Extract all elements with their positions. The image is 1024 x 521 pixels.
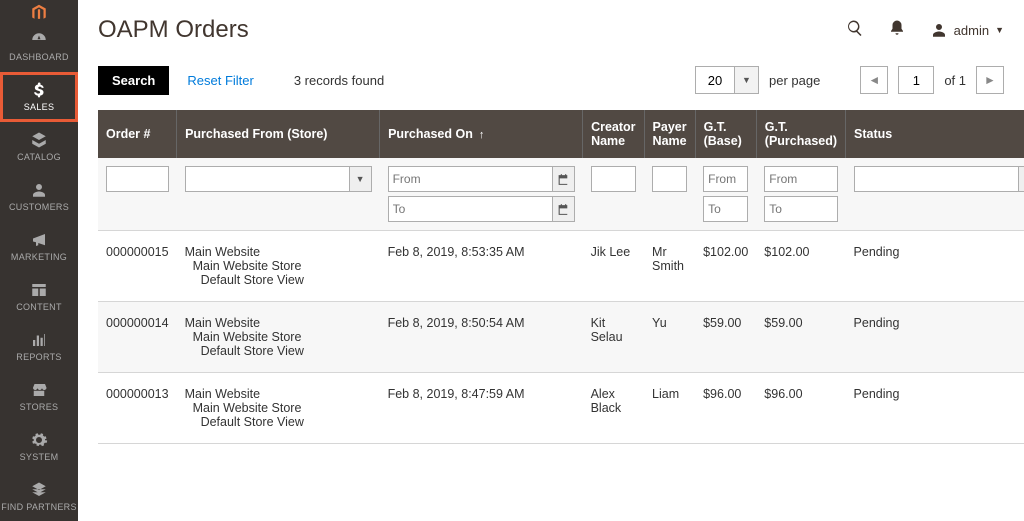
col-payer[interactable]: Payer Name [644, 110, 695, 158]
cell-date: Feb 8, 2019, 8:50:54 AM [380, 302, 583, 373]
filter-date-from[interactable] [388, 166, 553, 192]
filter-date-to[interactable] [388, 196, 553, 222]
notifications-icon[interactable] [888, 19, 906, 42]
nav-catalog[interactable]: CATALOG [0, 122, 78, 172]
cell-date: Feb 8, 2019, 8:47:59 AM [380, 373, 583, 444]
cell-gtpurch: $102.00 [756, 231, 845, 302]
nav-sales-label: SALES [24, 102, 55, 112]
nav-content[interactable]: CONTENT [0, 272, 78, 322]
user-menu[interactable]: admin ▼ [930, 21, 1004, 39]
table-row[interactable]: 000000014Main WebsiteMain Website StoreD… [98, 302, 1024, 373]
col-status[interactable]: Status [846, 110, 1024, 158]
cell-order: 000000015 [98, 231, 177, 302]
user-icon [930, 21, 948, 39]
nav-content-label: CONTENT [16, 302, 62, 312]
dropdown-icon[interactable]: ▼ [350, 166, 372, 192]
cell-store: Main WebsiteMain Website StoreDefault St… [177, 373, 380, 444]
cell-store: Main WebsiteMain Website StoreDefault St… [177, 231, 380, 302]
magento-logo [0, 0, 78, 22]
main-content: OAPM Orders admin ▼ Search Reset Filter … [78, 0, 1024, 521]
cell-creator: Jik Lee [583, 231, 644, 302]
filter-row: ▼ [98, 158, 1024, 231]
filter-gtbase-from[interactable] [703, 166, 748, 192]
per-page-label: per page [769, 73, 820, 88]
cell-gtbase: $59.00 [695, 302, 756, 373]
nav-dashboard[interactable]: DASHBOARD [0, 22, 78, 72]
search-button[interactable]: Search [98, 66, 169, 95]
search-icon[interactable] [846, 19, 864, 42]
cell-status: Pending [846, 231, 1024, 302]
cell-payer: Mr Smith [644, 231, 695, 302]
col-creator[interactable]: Creator Name [583, 110, 644, 158]
nav-sales[interactable]: SALES [0, 72, 78, 122]
user-name: admin [954, 23, 989, 38]
nav-dashboard-label: DASHBOARD [9, 52, 69, 62]
cell-payer: Liam [644, 373, 695, 444]
next-page-button[interactable]: ► [976, 66, 1004, 94]
cell-store: Main WebsiteMain Website StoreDefault St… [177, 302, 380, 373]
cell-payer: Yu [644, 302, 695, 373]
table-row[interactable]: 000000013Main WebsiteMain Website StoreD… [98, 373, 1024, 444]
nav-customers-label: CUSTOMERS [9, 202, 69, 212]
prev-page-button[interactable]: ◄ [860, 66, 888, 94]
nav-marketing-label: MARKETING [11, 252, 67, 262]
col-store[interactable]: Purchased From (Store) [177, 110, 380, 158]
col-order[interactable]: Order # [98, 110, 177, 158]
cell-order: 000000014 [98, 302, 177, 373]
page-title: OAPM Orders [98, 16, 249, 44]
cell-creator: Kit Selau [583, 302, 644, 373]
per-page-select[interactable]: ▼ [695, 66, 759, 94]
col-gt-purchased[interactable]: G.T. (Purchased) [756, 110, 845, 158]
filter-payer-input[interactable] [652, 166, 687, 192]
orders-grid: Order # Purchased From (Store) Purchased… [98, 110, 1024, 444]
cell-gtbase: $96.00 [695, 373, 756, 444]
filter-store-select[interactable]: ▼ [185, 166, 372, 192]
cell-status: Pending [846, 302, 1024, 373]
nav-catalog-label: CATALOG [17, 152, 61, 162]
column-header-row: Order # Purchased From (Store) Purchased… [98, 110, 1024, 158]
dropdown-icon[interactable]: ▼ [1019, 166, 1024, 192]
col-gt-base[interactable]: G.T. (Base) [695, 110, 756, 158]
calendar-icon[interactable] [553, 166, 575, 192]
filter-status-select[interactable]: ▼ [854, 166, 1024, 192]
filter-order-input[interactable] [106, 166, 169, 192]
page-input[interactable] [898, 66, 934, 94]
col-purchased-on[interactable]: Purchased On↑ [380, 110, 583, 158]
cell-gtbase: $102.00 [695, 231, 756, 302]
sort-asc-icon: ↑ [479, 129, 485, 141]
sidebar: DASHBOARD SALES CATALOG CUSTOMERS MARKET… [0, 0, 78, 521]
records-found: 3 records found [294, 73, 384, 88]
page-total-label: of 1 [944, 73, 966, 88]
header-tools: admin ▼ [846, 19, 1004, 42]
cell-order: 000000013 [98, 373, 177, 444]
nav-partners-label: FIND PARTNERS [1, 502, 77, 512]
nav-system-label: SYSTEM [20, 452, 59, 462]
cell-date: Feb 8, 2019, 8:53:35 AM [380, 231, 583, 302]
filter-gtbase-to[interactable] [703, 196, 748, 222]
table-row[interactable]: 000000015Main WebsiteMain Website StoreD… [98, 231, 1024, 302]
pager: ▼ per page ◄ of 1 ► [695, 66, 1004, 94]
nav-partners[interactable]: FIND PARTNERS [0, 471, 78, 521]
nav-reports-label: REPORTS [16, 352, 61, 362]
reset-filter-link[interactable]: Reset Filter [187, 73, 253, 88]
calendar-icon[interactable] [553, 196, 575, 222]
caret-down-icon: ▼ [995, 25, 1004, 35]
grid-toolbar: Search Reset Filter 3 records found ▼ pe… [98, 60, 1004, 100]
page-header: OAPM Orders admin ▼ [98, 0, 1004, 60]
filter-gtpurch-from[interactable] [764, 166, 837, 192]
nav-marketing[interactable]: MARKETING [0, 222, 78, 272]
per-page-input[interactable] [695, 66, 735, 94]
filter-gtpurch-to[interactable] [764, 196, 837, 222]
cell-gtpurch: $96.00 [756, 373, 845, 444]
filter-creator-input[interactable] [591, 166, 636, 192]
per-page-dropdown-icon[interactable]: ▼ [735, 66, 759, 94]
nav-customers[interactable]: CUSTOMERS [0, 172, 78, 222]
nav-stores-label: STORES [20, 402, 59, 412]
nav-system[interactable]: SYSTEM [0, 421, 78, 471]
cell-gtpurch: $59.00 [756, 302, 845, 373]
cell-creator: Alex Black [583, 373, 644, 444]
nav-reports[interactable]: REPORTS [0, 321, 78, 371]
cell-status: Pending [846, 373, 1024, 444]
nav-stores[interactable]: STORES [0, 371, 78, 421]
